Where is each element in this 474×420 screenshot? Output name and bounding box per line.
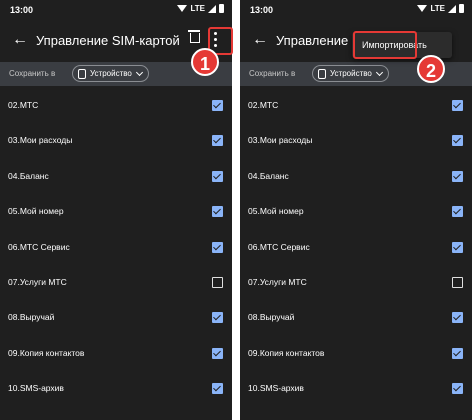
contact-checkbox[interactable] [452,383,463,395]
contact-checkbox[interactable] [212,206,223,218]
contact-label: 03.Мои расходы [8,135,73,146]
list-item[interactable]: 06.МТС Сервис [240,230,472,265]
save-to-label: Сохранить в [9,69,56,78]
contact-checkbox[interactable] [452,347,463,359]
contact-label: 06.МТС Сервис [248,241,310,252]
list-item[interactable]: 03.Мои расходы [240,123,472,158]
contact-checkbox[interactable] [452,312,463,324]
contact-label: 04.Баланс [8,170,49,181]
signal-icon [448,4,456,13]
status-time: 13:00 [250,5,274,15]
contact-label: 10.SMS-архив [248,383,304,394]
status-icons: LTE [177,4,224,13]
contact-checkbox[interactable] [452,241,463,253]
contact-label: 03.Мои расходы [248,135,313,146]
arrow-left-icon[interactable]: ← [12,31,28,49]
contact-checkbox[interactable] [452,100,463,111]
contact-list: 02.МТС 03.Мои расходы 04.Баланс 05.Мой номе… [240,88,472,407]
step-badge-2: 2 [417,55,445,83]
contact-checkbox[interactable] [452,206,463,218]
contact-label: 06.МТС Сервис [8,241,70,252]
chevron-down-icon [135,68,144,77]
contact-checkbox[interactable] [212,241,223,253]
signal-icon [208,4,216,13]
contact-label: 05.Мой номер [8,206,64,217]
contact-checkbox[interactable] [452,170,463,182]
contact-label: 10.SMS-архив [8,383,64,394]
list-item[interactable]: 07.Услуги МТС [0,265,232,300]
device-dropdown-value: Устройство [330,69,372,78]
list-item[interactable]: 04.Баланс [0,159,232,194]
arrow-left-icon[interactable]: ← [252,31,268,49]
list-item[interactable]: 05.Мой номер [0,194,232,229]
import-item-highlight [353,31,417,59]
network-type: LTE [190,4,205,13]
page-title: Управление SIM-картой [36,33,180,48]
wifi-icon [417,5,428,12]
list-item[interactable]: 03.Мои расходы [0,123,232,158]
list-item[interactable]: 09.Копия контактов [0,336,232,371]
contact-label: 02.МТС [248,100,279,110]
status-bar: 13:00 LTE [240,0,472,20]
contact-label: 02.МТС [8,100,39,110]
chevron-down-icon [375,68,384,77]
contact-checkbox[interactable] [212,383,223,395]
sim-card-icon [318,69,326,79]
network-type: LTE [430,4,445,13]
contact-label: 07.Услуги МТС [8,276,67,287]
list-item[interactable]: 02.МТС [240,88,472,123]
trash-icon[interactable] [188,30,200,43]
step-badge-1: 1 [191,48,219,76]
list-item[interactable]: 09.Копия контактов [240,336,472,371]
list-item[interactable]: 05.Мой номер [240,194,472,229]
wifi-icon [177,5,188,12]
contact-label: 04.Баланс [248,170,289,181]
contact-checkbox[interactable] [212,276,223,288]
list-item[interactable]: 10.SMS-архив [240,371,472,406]
battery-icon [459,4,464,13]
list-item[interactable]: 07.Услуги МТС [240,265,472,300]
list-item[interactable]: 10.SMS-архив [0,371,232,406]
contact-checkbox[interactable] [452,276,463,288]
device-dropdown-value: Устройство [90,69,132,78]
list-item[interactable]: 08.Выручай [240,300,472,335]
battery-icon [219,4,224,13]
sim-card-icon [78,69,86,79]
contact-label: 07.Услуги МТС [248,276,307,287]
device-dropdown[interactable]: Устройство [312,65,389,82]
list-item[interactable]: 08.Выручай [0,300,232,335]
status-bar: 13:00 LTE [0,0,232,20]
status-icons: LTE [417,4,464,13]
list-item[interactable]: 04.Баланс [240,159,472,194]
contact-label: 05.Мой номер [248,206,304,217]
save-to-label: Сохранить в [249,69,296,78]
contact-checkbox[interactable] [212,312,223,324]
contact-checkbox[interactable] [212,170,223,182]
contact-checkbox[interactable] [212,100,223,111]
contact-list: 02.МТС 03.Мои расходы 04.Баланс 05.Мой номе… [0,88,232,407]
contact-checkbox[interactable] [212,135,223,147]
contact-checkbox[interactable] [212,347,223,359]
contact-label: 08.Выручай [248,312,295,323]
contact-label: 09.Копия контактов [248,347,325,358]
status-time: 13:00 [10,5,34,15]
device-dropdown[interactable]: Устройство [72,65,149,82]
list-item[interactable]: 02.МТС [0,88,232,123]
contact-label: 09.Копия контактов [8,347,85,358]
contact-checkbox[interactable] [452,135,463,147]
list-item[interactable]: 06.МТС Сервис [0,230,232,265]
contact-label: 08.Выручай [8,312,55,323]
